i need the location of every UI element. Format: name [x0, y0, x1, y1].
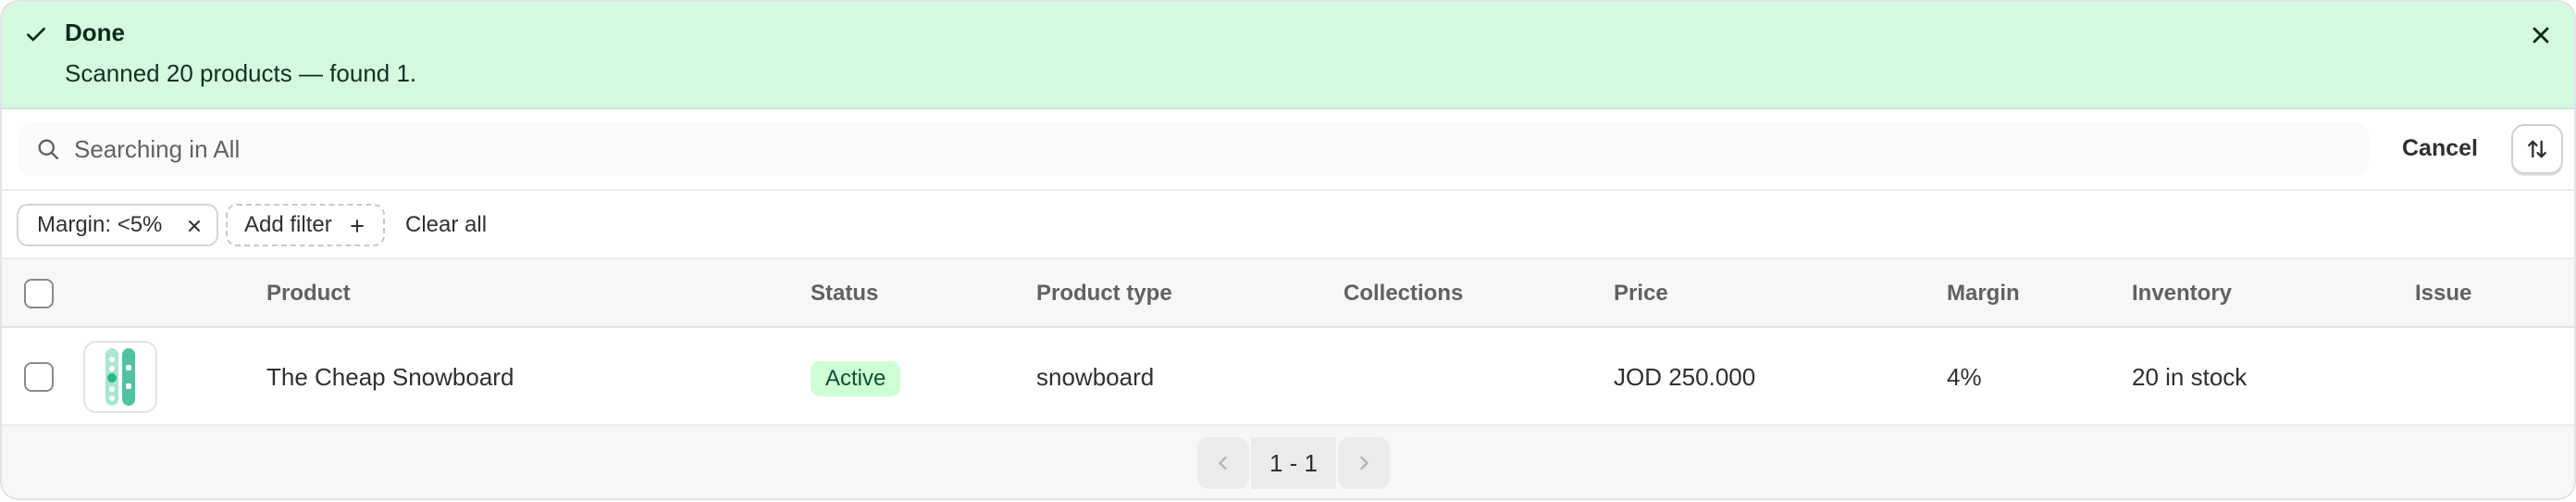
next-page-button[interactable]	[1338, 437, 1390, 489]
success-banner: Done Scanned 20 products — found 1.	[2, 2, 2574, 109]
banner-message: Scanned 20 products — found 1.	[65, 59, 417, 87]
status-badge: Active	[811, 361, 901, 396]
plus-icon	[351, 220, 364, 232]
column-header-product[interactable]: Product	[266, 259, 351, 328]
products-card: Done Scanned 20 products — found 1. Canc…	[0, 0, 2576, 500]
search-box	[19, 122, 2369, 176]
inventory-cell: 20 in stock	[2132, 363, 2248, 391]
column-header-status[interactable]: Status	[811, 259, 878, 328]
snowboard-image	[105, 348, 135, 406]
price-cell: JOD 250.000	[1614, 363, 1756, 391]
filter-chip-margin[interactable]: Margin: <5%	[17, 204, 218, 246]
column-header-product-type[interactable]: Product type	[1036, 259, 1172, 328]
search-bar: Cancel	[2, 109, 2574, 191]
sort-button[interactable]	[2511, 124, 2563, 174]
product-thumbnail	[83, 341, 157, 413]
column-header-price[interactable]: Price	[1614, 259, 1668, 328]
table-header: Product Status Product type Collections …	[2, 259, 2574, 328]
cancel-button[interactable]: Cancel	[2389, 126, 2491, 170]
add-filter-button[interactable]: Add filter	[226, 204, 385, 246]
column-header-inventory[interactable]: Inventory	[2132, 259, 2232, 328]
table-row[interactable]: The Cheap Snowboard Active snowboard JOD…	[2, 328, 2574, 426]
previous-page-button[interactable]	[1197, 437, 1249, 489]
clear-all-button[interactable]: Clear all	[405, 204, 487, 246]
banner-title: Done	[65, 19, 125, 46]
chevron-right-icon	[1360, 456, 1368, 471]
sort-icon	[2528, 140, 2546, 158]
chevron-left-icon	[1219, 456, 1227, 471]
search-input[interactable]	[74, 122, 2332, 176]
column-header-margin[interactable]: Margin	[1947, 259, 2020, 328]
filter-chip-label: Margin: <5%	[37, 212, 163, 237]
add-filter-label: Add filter	[244, 212, 332, 237]
checkmark-icon	[27, 27, 45, 42]
select-all-checkbox[interactable]	[24, 279, 54, 308]
product-name[interactable]: The Cheap Snowboard	[266, 328, 514, 426]
search-icon	[38, 139, 59, 160]
close-icon[interactable]	[2528, 22, 2554, 48]
margin-cell: 4%	[1947, 363, 1982, 391]
filter-bar: Margin: <5% Add filter Clear all	[2, 191, 2574, 259]
product-type-cell: snowboard	[1036, 363, 1155, 391]
row-checkbox[interactable]	[24, 362, 54, 392]
page-range: 1 - 1	[1251, 437, 1336, 489]
pagination: 1 - 1	[2, 426, 2574, 498]
column-header-issue[interactable]: Issue	[2415, 259, 2471, 328]
column-header-collections[interactable]: Collections	[1344, 259, 1463, 328]
remove-filter-icon[interactable]	[185, 217, 204, 235]
